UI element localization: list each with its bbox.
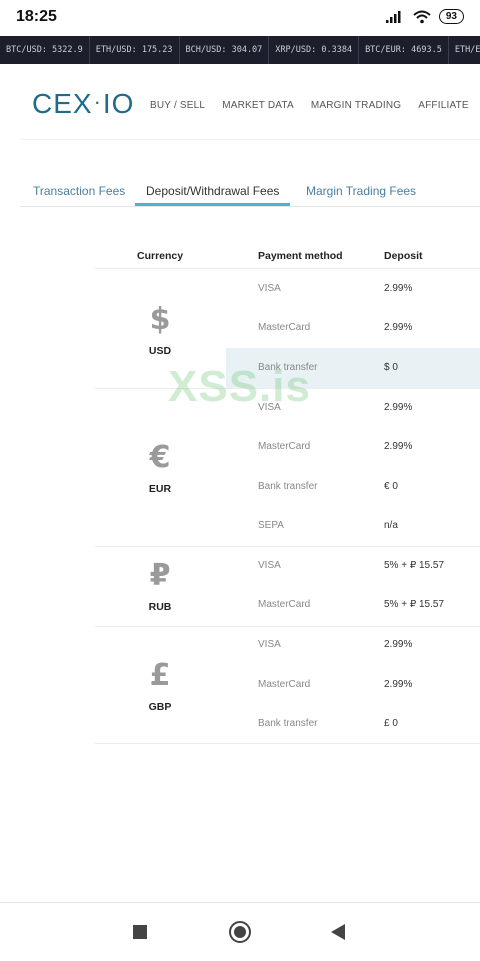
deposit-fee: £ 0 <box>384 718 398 729</box>
header-currency: Currency <box>137 250 184 262</box>
ticker-item[interactable]: BTC/EUR: 4693.5 <box>359 36 449 64</box>
deposit-fee: 2.99% <box>384 639 413 650</box>
fee-tabs: Transaction Fees Deposit/Withdrawal Fees… <box>20 176 480 207</box>
nav-affiliate[interactable]: AFFILIATE <box>418 100 469 111</box>
deposit-fee: 5% + ₽ 15.57 <box>384 599 445 610</box>
payment-method: VISA <box>258 560 281 571</box>
recents-icon[interactable] <box>133 925 147 939</box>
nav-market-data[interactable]: MARKET DATA <box>222 100 294 111</box>
system-nav-bar <box>0 902 480 961</box>
battery-icon: 93 <box>438 9 464 24</box>
tab-transaction-fees[interactable]: Transaction Fees <box>33 184 125 198</box>
deposit-fee: € 0 <box>384 481 398 492</box>
payment-method: MasterCard <box>258 679 311 690</box>
signal-icon <box>385 10 401 23</box>
deposit-fee: 2.99% <box>384 441 413 452</box>
header-deposit: Deposit <box>384 250 423 262</box>
deposit-fee: 2.99% <box>384 322 413 333</box>
payment-method: Bank transfer <box>258 718 318 729</box>
clock: 18:25 <box>16 8 57 25</box>
eur-symbol-icon: € <box>149 440 171 475</box>
logo-right: IO <box>102 88 135 119</box>
wifi-icon <box>413 10 431 23</box>
nav-buy-sell[interactable]: BUY / SELL <box>150 100 205 111</box>
payment-method: MasterCard <box>258 599 311 610</box>
deposit-fee: n/a <box>384 520 398 531</box>
status-icons: 93 <box>385 9 464 24</box>
usd-symbol-icon: $ <box>149 302 171 337</box>
deposit-fee: $ 0 <box>384 362 398 373</box>
table-divider <box>95 268 480 269</box>
price-ticker: BTC/USD: 5322.9 ETH/USD: 175.23 BCH/USD: 3… <box>0 36 480 64</box>
tab-deposit-withdrawal-fees[interactable]: Deposit/Withdrawal Fees <box>146 184 279 198</box>
ticker-item[interactable]: BCH/USD: 304.07 <box>180 36 270 64</box>
cex-io-logo[interactable]: CEX·IO <box>32 88 134 120</box>
gbp-symbol-icon: £ <box>149 658 171 693</box>
ticker-item[interactable]: BTC/USD: 5322.9 <box>0 36 90 64</box>
status-bar: 18:25 93 <box>0 0 480 36</box>
deposit-fee: 2.99% <box>384 402 413 413</box>
deposit-fee: 5% + ₽ 15.57 <box>384 560 445 571</box>
ticker-item[interactable]: ETH/EUR <box>449 36 480 64</box>
rub-symbol-icon: ₽ <box>149 558 171 593</box>
table-divider <box>95 743 480 744</box>
payment-method: VISA <box>258 283 281 294</box>
payment-method: MasterCard <box>258 322 311 333</box>
ticker-item[interactable]: XRP/USD: 0.3384 <box>269 36 360 64</box>
table-divider <box>95 546 480 547</box>
active-tab-indicator <box>135 203 290 206</box>
deposit-fee: 2.99% <box>384 679 413 690</box>
table-divider <box>95 626 480 627</box>
header-payment-method: Payment method <box>258 250 343 262</box>
nav-margin-trading[interactable]: MARGIN TRADING <box>311 100 401 111</box>
ticker-item[interactable]: ETH/USD: 175.23 <box>90 36 180 64</box>
back-icon[interactable] <box>331 924 345 940</box>
payment-method: MasterCard <box>258 441 311 452</box>
watermark: XSS.is <box>168 362 311 411</box>
currency-code: USD <box>148 345 172 357</box>
payment-method: VISA <box>258 639 281 650</box>
main-nav: BUY / SELL MARKET DATA MARGIN TRADING AF… <box>150 100 469 111</box>
currency-code: GBP <box>148 701 172 713</box>
payment-method: SEPA <box>258 520 284 531</box>
logo-left: CEX <box>32 88 93 119</box>
deposit-fee: 2.99% <box>384 283 413 294</box>
currency-code: EUR <box>148 483 172 495</box>
tab-margin-trading-fees[interactable]: Margin Trading Fees <box>306 184 416 198</box>
logo-dot: · <box>93 89 102 114</box>
header-divider <box>20 139 480 140</box>
home-icon[interactable] <box>229 921 251 943</box>
payment-method: Bank transfer <box>258 481 318 492</box>
currency-code: RUB <box>148 601 172 613</box>
